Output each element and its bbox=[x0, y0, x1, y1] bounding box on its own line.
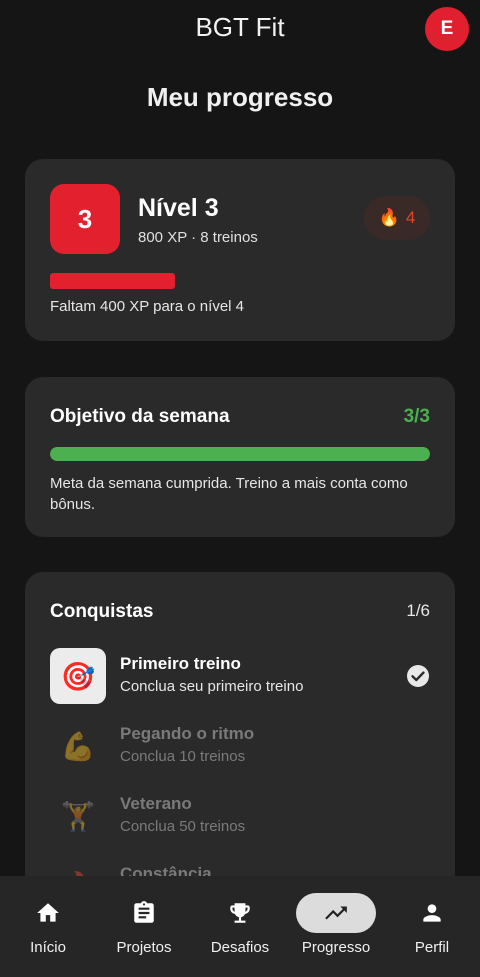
goal-progress-bar bbox=[50, 447, 430, 461]
xp-progress-bar bbox=[50, 273, 430, 289]
nav-label: Desafios bbox=[210, 939, 270, 956]
goal-count: 3/3 bbox=[403, 406, 430, 427]
streak-count: 4 bbox=[405, 208, 416, 227]
muscle-icon: 💪 bbox=[60, 730, 96, 762]
nav-item-progresso[interactable]: Progresso bbox=[288, 876, 384, 977]
xp-remaining-note: Faltam 400 XP para o nível 4 bbox=[50, 298, 245, 315]
target-icon: 🎯 bbox=[50, 648, 106, 704]
weekly-goal-card: Objetivo da semana 3/3 Meta da semana cu… bbox=[25, 377, 455, 537]
bottom-nav: Início Projetos Desafios Progresso Perfi… bbox=[0, 876, 480, 977]
app-bar: BGT Fit E bbox=[0, 0, 480, 58]
app-title: BGT Fit bbox=[195, 12, 285, 42]
achievement-item[interactable]: 💪 Pegando o ritmo Conclua 10 treinos bbox=[50, 718, 430, 774]
achievement-name: Veterano bbox=[120, 794, 192, 813]
nav-item-desafios[interactable]: Desafios bbox=[192, 876, 288, 977]
person-icon bbox=[423, 904, 441, 922]
level-subtitle: 800 XP · 8 treinos bbox=[138, 229, 258, 246]
page-title: Meu progresso bbox=[146, 82, 334, 112]
goal-note: Meta da semana cumprida. Treino a mais c… bbox=[50, 475, 408, 513]
xp-progress-fill bbox=[50, 273, 176, 289]
fire-icon: 🔥 bbox=[378, 208, 400, 227]
trending-up-icon bbox=[325, 906, 347, 920]
achievements-title: Conquistas bbox=[50, 601, 154, 622]
nav-item-projetos[interactable]: Projetos bbox=[96, 876, 192, 977]
achievement-desc: Conclua 10 treinos bbox=[120, 748, 246, 765]
check-circle-icon bbox=[407, 665, 429, 687]
nav-item-perfil[interactable]: Perfil bbox=[384, 876, 480, 977]
nav-label: Início bbox=[30, 939, 66, 956]
level-title: Nível 3 bbox=[138, 194, 219, 222]
trophy-icon bbox=[230, 903, 250, 923]
nav-label: Progresso bbox=[301, 939, 371, 956]
achievement-name: Pegando o ritmo bbox=[120, 724, 255, 743]
goal-title: Objetivo da semana bbox=[50, 406, 230, 427]
level-badge: 3 bbox=[50, 184, 120, 254]
goal-progress-fill bbox=[50, 447, 430, 461]
weightlifter-icon: 🏋 bbox=[60, 800, 96, 832]
streak-badge: 🔥 4 bbox=[364, 196, 430, 240]
achievement-desc: Conclua seu primeiro treino bbox=[120, 678, 304, 695]
achievement-desc: Conclua 50 treinos bbox=[120, 818, 246, 835]
achievement-item[interactable]: 🎯 Primeiro treino Conclua seu primeiro t… bbox=[50, 648, 430, 704]
clipboard-icon bbox=[134, 901, 154, 923]
achievement-item[interactable]: 🏋 Veterano Conclua 50 treinos bbox=[50, 788, 430, 844]
level-card: 3 Nível 3 800 XP · 8 treinos 🔥 4 Faltam … bbox=[25, 159, 455, 341]
achievements-count: 1/6 bbox=[406, 601, 430, 620]
avatar[interactable]: E bbox=[425, 7, 469, 51]
nav-label: Perfil bbox=[414, 939, 450, 956]
achievement-name: Primeiro treino bbox=[120, 654, 241, 673]
home-icon bbox=[37, 903, 59, 922]
nav-label: Projetos bbox=[116, 939, 172, 956]
nav-item-inicio[interactable]: Início bbox=[0, 876, 96, 977]
